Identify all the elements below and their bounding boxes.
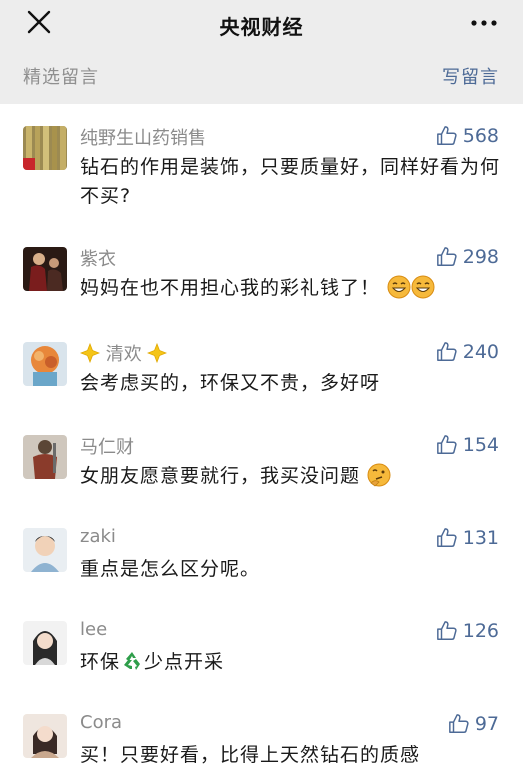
like-button[interactable]: 240 <box>436 340 499 364</box>
like-count: 97 <box>474 713 499 735</box>
comment-text: 钻石的作用是装饰，只要质量好，同样好看为何不买? <box>80 156 501 207</box>
avatar[interactable] <box>23 714 67 758</box>
like-count: 298 <box>462 246 499 268</box>
commenter-name[interactable]: 纯野生山药销售 <box>80 124 206 150</box>
avatar[interactable] <box>23 621 67 665</box>
like-button[interactable]: 154 <box>436 433 499 457</box>
commenter-name[interactable]: lee <box>80 619 107 640</box>
write-comment-button[interactable]: 写留言 <box>442 63 499 89</box>
grin-emoji-icon <box>387 275 411 299</box>
like-button[interactable]: 568 <box>436 124 499 148</box>
more-options-icon[interactable] <box>471 20 497 26</box>
avatar[interactable] <box>23 528 67 572</box>
thumbs-up-icon <box>436 342 457 361</box>
thumbs-up-icon <box>436 528 457 547</box>
like-count: 126 <box>462 620 499 642</box>
like-count: 568 <box>462 125 499 147</box>
thumbs-up-icon <box>436 247 457 266</box>
comment-text-part: 少点开采 <box>144 651 225 673</box>
thumbs-up-icon <box>436 621 457 640</box>
comment-text-part: 环保 <box>80 651 121 673</box>
comment-text: 妈妈在也不用担心我的彩礼钱了！ <box>80 277 381 299</box>
comment-text: 重点是怎么区分呢。 <box>80 558 261 580</box>
sparkle-star-icon <box>147 343 168 363</box>
like-count: 240 <box>462 341 499 363</box>
comments-section-header: 精选留言 写留言 <box>0 46 523 104</box>
commenter-name[interactable]: zaki <box>80 526 116 547</box>
like-button[interactable]: 126 <box>436 619 499 643</box>
thumbs-up-icon <box>436 126 457 145</box>
top-nav-bar: 央视财经 <box>0 0 523 46</box>
comment-text-wrapper: 环保 少点开采 <box>80 648 500 677</box>
like-button[interactable]: 298 <box>436 245 499 269</box>
comment-text: 买！只要好看，比得上天然钻石的质感 <box>80 744 421 766</box>
comment-text: 女朋友愿意要就行，我买没问题 <box>80 465 361 487</box>
like-button[interactable]: 131 <box>436 526 499 550</box>
thumbs-up-icon <box>448 714 469 733</box>
avatar[interactable] <box>23 247 67 291</box>
commenter-name[interactable]: 紫衣 <box>80 245 116 271</box>
comment-text-wrapper: 妈妈在也不用担心我的彩礼钱了！ <box>80 274 500 303</box>
like-count: 154 <box>462 434 499 456</box>
commenter-name: 清欢 <box>105 344 142 365</box>
like-button[interactable]: 97 <box>448 712 499 736</box>
commenter-name[interactable]: Cora <box>80 712 122 733</box>
featured-comments-label: 精选留言 <box>23 67 99 88</box>
page-title: 央视财经 <box>219 15 304 39</box>
avatar[interactable] <box>23 435 67 479</box>
recycle-icon <box>121 650 144 672</box>
commenter-name-wrapper[interactable]: 清欢 <box>80 340 168 366</box>
comment-list: 纯野生山药销售 568 钻石的作用是装饰，只要质量好，同样好看为何不买? 紫衣 … <box>0 104 523 774</box>
comment-text-wrapper: 女朋友愿意要就行，我买没问题 <box>80 462 500 491</box>
thumbs-up-icon <box>436 435 457 454</box>
sparkle-star-icon <box>80 343 100 363</box>
grin-emoji-icon <box>411 275 435 299</box>
like-count: 131 <box>462 527 499 549</box>
thinking-emoji-icon <box>367 463 391 487</box>
comment-text: 会考虑买的，环保又不贵，多好呀 <box>80 372 381 394</box>
avatar[interactable] <box>23 126 67 170</box>
avatar[interactable] <box>23 342 67 386</box>
commenter-name[interactable]: 马仁财 <box>80 433 134 459</box>
